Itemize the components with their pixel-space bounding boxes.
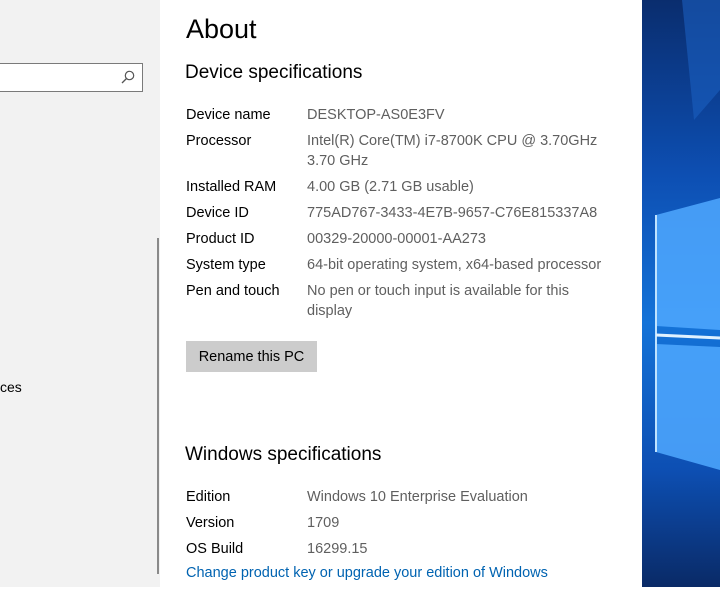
spec-row-edition: Edition Windows 10 Enterprise Evaluation	[186, 487, 626, 507]
spec-value: 16299.15	[307, 541, 368, 557]
change-product-key-link[interactable]: Change product key or upgrade your editi…	[186, 565, 548, 581]
spec-value: 00329-20000-00001-AA273	[307, 231, 486, 247]
spec-label: Version	[186, 515, 235, 531]
about-page: About Device specifications Device name …	[160, 0, 642, 587]
rename-pc-button[interactable]: Rename this PC	[186, 341, 317, 372]
spec-value: No pen or touch input is available for t…	[307, 283, 569, 319]
search-icon	[121, 70, 135, 84]
spec-label: Installed RAM	[186, 179, 277, 195]
spec-label: Pen and touch	[186, 283, 280, 299]
spec-label: OS Build	[186, 541, 244, 557]
desktop-wallpaper	[642, 0, 720, 587]
spec-label: Processor	[186, 133, 252, 149]
spec-value: Windows 10 Enterprise Evaluation	[307, 489, 528, 505]
windows-logo-icon	[655, 0, 720, 470]
device-specs-title: Device specifications	[185, 62, 363, 83]
spec-row-pen-touch: Pen and touch No pen or touch input is a…	[186, 281, 626, 321]
spec-value: 64-bit operating system, x64-based proce…	[307, 257, 602, 273]
spec-row-os-build: OS Build 16299.15	[186, 539, 626, 559]
spec-value: 775AD767-3433-4E7B-9657-C76E815337A8	[307, 205, 598, 221]
spec-label: Device name	[186, 107, 271, 123]
spec-value: 4.00 GB (2.71 GB usable)	[307, 179, 474, 195]
nav-scrollbar[interactable]	[157, 238, 159, 574]
navigation-pane: ces	[0, 0, 160, 587]
spec-label: System type	[186, 257, 266, 273]
spec-row-version: Version 1709	[186, 513, 626, 533]
spec-row-product-id: Product ID 00329-20000-00001-AA273	[186, 229, 626, 249]
spec-label: Device ID	[186, 205, 249, 221]
spec-row-device-name: Device name DESKTOP-AS0E3FV	[186, 105, 626, 125]
spec-row-device-id: Device ID 775AD767-3433-4E7B-9657-C76E81…	[186, 203, 626, 223]
spec-row-system-type: System type 64-bit operating system, x64…	[186, 255, 626, 275]
search-input[interactable]	[0, 63, 143, 92]
spec-value: DESKTOP-AS0E3FV	[307, 107, 445, 123]
spec-value: Intel(R) Core(TM) i7-8700K CPU @ 3.70GHz…	[307, 133, 598, 169]
spec-label: Edition	[186, 489, 231, 505]
spec-label: Product ID	[186, 231, 255, 247]
spec-row-processor: Processor Intel(R) Core(TM) i7-8700K CPU…	[186, 131, 626, 171]
spec-value: 1709	[307, 515, 340, 531]
windows-specs-title: Windows specifications	[185, 444, 382, 465]
spec-row-installed-ram: Installed RAM 4.00 GB (2.71 GB usable)	[186, 177, 626, 197]
page-title: About	[186, 14, 257, 44]
nav-item-label[interactable]: ces	[0, 379, 22, 395]
